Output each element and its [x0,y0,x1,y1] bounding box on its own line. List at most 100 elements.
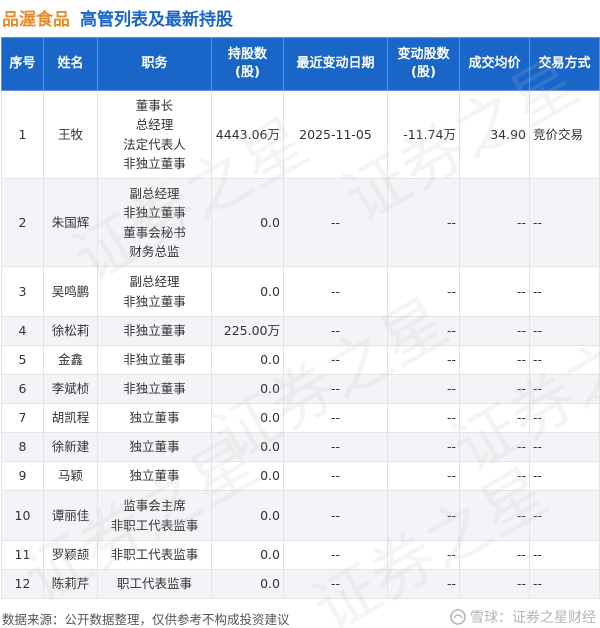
changed-shares: -- [387,540,460,570]
table-header-row: 序号 姓名 职务 持股数 (股) 最近变动日期 变动股数 (股) 成交均价 交易方式 [1,37,600,91]
executive-name: 罗颖颉 [43,540,98,570]
average-price: -- [459,432,530,462]
table-row: 12 陈莉芹 职工代表监事 0.0 -- -- -- -- [1,569,600,599]
table-row: 9 马颖 独立董事 0.0 -- -- -- -- [1,461,600,491]
holding-shares: 0.0 [211,403,284,433]
position-title: 非独立董事 [123,156,186,171]
row-index: 10 [1,490,44,541]
position-title: 独立董事 [129,410,180,426]
changed-shares: -- [387,345,460,375]
row-index: 3 [1,266,44,317]
table-row: 6 李斌桢 非独立董事 0.0 -- -- -- -- [1,374,600,404]
position-title: 非独立董事 [123,293,186,309]
trade-method: -- [529,540,600,570]
last-change-date: -- [283,374,388,404]
executive-positions: 非独立董事 [97,345,212,375]
row-index: 9 [1,461,44,491]
changed-shares: -- [387,178,460,267]
executive-positions: 非独立董事 [97,316,212,346]
average-price: -- [459,569,530,599]
last-change-date: -- [283,316,388,346]
trade-method: -- [529,345,600,375]
position-title: 董事会秘书 [123,224,186,240]
trade-method: -- [529,403,600,433]
last-change-date: -- [283,178,388,267]
holding-shares: 0.0 [211,178,284,267]
col-header-index: 序号 [1,37,44,91]
last-change-date: -- [283,345,388,375]
snowball-logo-icon [450,609,466,625]
average-price: -- [459,266,530,317]
table-row: 1 王牧 董事长 总经理 法定代表人 非独立董事 4443.06万 2025-11-05 -11… [1,90,600,179]
page-footer: 数据来源：公开数据整理，仅供参考不构成投资建议 雪球：证券之星财经 [0,606,600,628]
position-title: 总经理 [135,117,174,132]
executive-positions: 独立董事 [97,461,212,491]
executive-positions: 非独立董事 [97,374,212,404]
last-change-date: -- [283,266,388,317]
executive-positions: 副总经理非独立董事董事会秘书财务总监 [97,178,212,267]
last-change-date: 2025-11-05 [283,90,388,179]
col-header-price: 成交均价 [459,37,530,91]
trade-method: -- [529,374,600,404]
trade-method: -- [529,432,600,462]
executive-positions: 监事会主席 非职工代表监事 [97,490,212,541]
average-price: -- [459,345,530,375]
holding-shares: 0.0 [211,540,284,570]
row-index: 6 [1,374,44,404]
holding-shares: 0.0 [211,461,284,491]
executive-name: 陈莉芹 [43,569,98,599]
position-title: 董事长 [135,97,174,113]
trade-method: 竞价交易 [529,90,600,179]
row-index: 12 [1,569,44,599]
executive-name: 朱国辉 [43,178,98,267]
changed-shares: -- [387,569,460,599]
position-title: 非独立董事 [123,205,186,220]
changed-shares: -- [387,374,460,404]
holding-shares: 0.0 [211,432,284,462]
table-row: 2 朱国辉 副总经理 非独立董事 董事会秘书 财务总监 0.0 -- -- -- -- [1,178,600,267]
average-price: -- [459,374,530,404]
changed-shares: -- [387,490,460,541]
executive-positions: 独立董事 [97,403,212,433]
executive-name: 吴鸣鹏 [43,266,98,317]
brand-attribution: 雪球：证券之星财经 [450,607,596,627]
position-title: 非独立董事 [123,352,186,368]
executive-positions: 非职工代表监事 [97,540,212,570]
average-price: -- [459,490,530,541]
changed-shares: -- [387,316,460,346]
executives-table: 序号 姓名 职务 持股数 (股) 最近变动日期 变动股数 (股) 成交均价 交易方式 1 王牧董… [1,37,600,599]
last-change-date: -- [283,432,388,462]
position-title: 非独立董事 [123,323,186,339]
executive-name: 金鑫 [43,345,98,375]
executive-name: 李斌桢 [43,374,98,404]
table-row: 3 吴鸣鹏 副总经理 非独立董事 0.0 -- -- -- -- [1,266,600,317]
position-title: 非职工代表监事 [110,517,199,533]
col-header-date: 最近变动日期 [283,37,388,91]
table-row: 7 胡凯程 独立董事 0.0 -- -- -- -- [1,403,600,433]
col-header-position: 职务 [97,37,212,91]
changed-shares: -11.74万 [387,90,460,179]
position-title: 财务总监 [129,244,180,259]
table-row: 4 徐松莉 非独立董事 225.00万 -- -- -- -- [1,316,600,346]
trade-method: -- [529,569,600,599]
holding-shares: 0.0 [211,266,284,317]
executive-positions: 副总经理 非独立董事 [97,266,212,317]
last-change-date: -- [283,490,388,541]
col-header-name: 姓名 [43,37,98,91]
holding-shares: 0.0 [211,345,284,375]
last-change-date: -- [283,540,388,570]
position-title: 独立董事 [129,468,180,484]
trade-method: -- [529,178,600,267]
col-header-holding: 持股数 (股) [211,37,284,91]
table-row: 10 谭丽佳 监事会主席 非职工代表监事 0.0 -- -- -- -- [1,490,600,541]
row-index: 4 [1,316,44,346]
holding-shares: 0.0 [211,569,284,599]
holding-shares: 4443.06万 [211,90,284,179]
table-row: 11 罗颖颉 非职工代表监事 0.0 -- -- -- -- [1,540,600,570]
changed-shares: -- [387,461,460,491]
position-title: 副总经理 [129,185,180,201]
holding-shares: 0.0 [211,490,284,541]
last-change-date: -- [283,569,388,599]
page-header: 品渥食品 高管列表及最新持股 [0,0,600,34]
trade-method: -- [529,490,600,541]
